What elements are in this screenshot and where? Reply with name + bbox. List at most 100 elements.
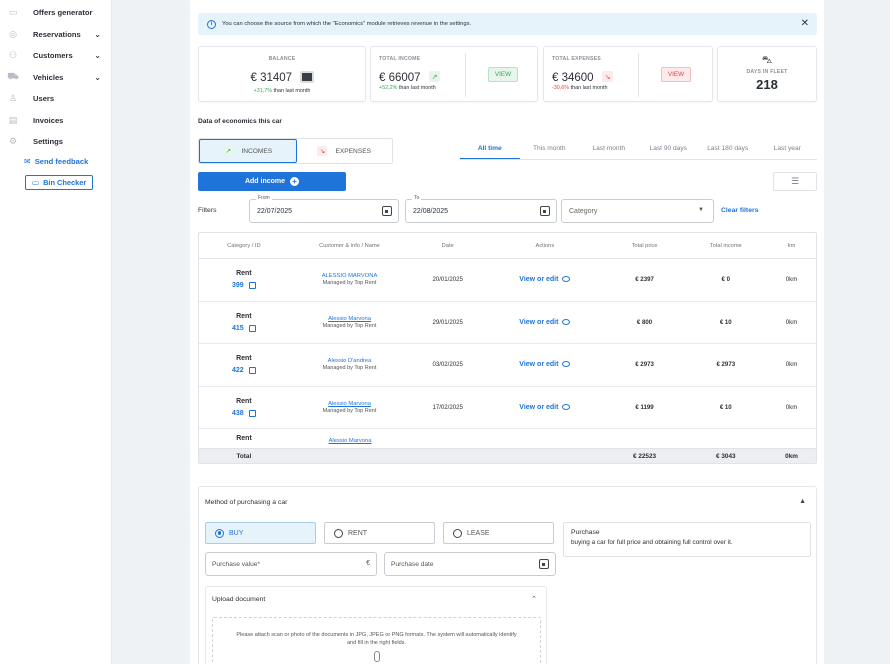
sidebar-item-offers-generator[interactable]: ▭ Offers generator [0,2,111,24]
expenses-card: TOTAL EXPENSES € 34600 ↘ -30,6% than las… [543,46,713,102]
filter-button[interactable]: ☰ [773,172,817,191]
tab-last-year[interactable]: Last year [758,138,818,159]
km-cell: 0km [785,403,798,411]
sidebar-item-invoices[interactable]: ▤ Invoices [0,110,111,132]
category-value: Rent [236,270,252,278]
col-km: km [787,242,796,249]
income-cell: € 10 [719,318,732,326]
view-edit-label: View or edit [519,276,559,284]
category-value: Rent [236,312,252,320]
sidebar-item-label: Vehicles [33,72,64,82]
eye-icon [562,276,571,283]
view-edit-link[interactable]: View or edit [485,361,605,368]
customer-link[interactable]: Alessio D'andrea [289,358,411,364]
reservation-id-link[interactable]: 422 [232,367,256,375]
category-select[interactable]: Category ▼ [561,199,714,223]
tab-all-time[interactable]: All time [460,138,520,159]
send-feedback-link[interactable]: ✉ Send feedback [24,153,111,171]
customer-info: Managed by Top Rent [322,322,377,329]
purchase-info-title: Purchase [571,529,600,536]
chevron-down-icon: ⌄ [94,51,101,61]
customer-link[interactable]: Alessio Marvona [289,316,411,322]
view-edit-label: View or edit [519,361,559,369]
sidebar-item-label: Users [33,94,55,104]
customer-cell: ALESSIO MARVONA Managed by Top Rent [289,273,411,286]
expenses-toggle[interactable]: ↘ EXPENSES [297,139,393,163]
divider [465,53,466,97]
upload-dropzone[interactable]: Please attach scan or photo of the docum… [212,617,541,664]
period-tabs: All time This month Last month Last 90 d… [460,138,817,160]
sidebar-item-settings[interactable]: ⚙ Settings [0,131,111,153]
to-date-field[interactable]: To 22/08/2025 [405,195,557,223]
category-value: Rent [236,435,252,442]
income-card: TOTAL INCOME € 66007 ↗ +52,2% than last … [370,46,538,102]
price-cell: € 800 [636,318,653,326]
price-cell: € 2397 [635,276,654,284]
radio-lease[interactable]: LEASE [443,522,554,544]
category-value: Rent [236,355,252,363]
expenses-label: EXPENSES [335,147,372,155]
from-value: 22/07/2025 [257,207,293,215]
upload-instructions: Please attach scan or photo of the docum… [236,632,517,647]
purchase-value-input[interactable]: Purchase value* € [205,552,377,576]
view-edit-link[interactable]: View or edit [485,404,605,411]
expenses-label: TOTAL EXPENSES [552,56,601,62]
calendar-icon[interactable] [540,206,550,216]
arrow-up-icon: ↗ [223,146,234,156]
info-banner-text: You can choose the source from which the… [222,21,472,27]
category-cell: Rent 422 [199,355,289,375]
clear-filters-link[interactable]: Clear filters [721,207,758,214]
calendar-icon[interactable] [382,206,392,216]
sidebar-item-reservations[interactable]: ◎ Reservations ⌄ [0,24,111,46]
arrow-up-icon: ↗ [429,71,441,83]
caret-down-icon: ▼ [698,207,704,213]
chevron-up-icon[interactable]: ⌃ [531,595,537,603]
info-icon: i [207,19,216,29]
radio-rent-label: RENT [348,529,368,537]
reservation-id-link[interactable]: 415 [232,324,256,332]
reservation-id-link[interactable]: 438 [232,409,256,417]
tab-last-90-days[interactable]: Last 90 days [639,138,699,159]
total-km: 0km [785,452,798,460]
sidebar-item-customers[interactable]: ⚇ Customers ⌄ [0,45,111,67]
view-edit-link[interactable]: View or edit [485,276,605,283]
sidebar: ▭ Offers generator ◎ Reservations ⌄ ⚇ Cu… [0,0,112,664]
reservation-id-link[interactable]: 399 [232,282,256,290]
sidebar-item-users[interactable]: ♙ Users [0,88,111,110]
radio-rent[interactable]: RENT [324,522,435,544]
chevron-up-icon[interactable]: ▲ [799,498,806,505]
bin-checker-button[interactable]: ▭ Bin Checker [25,174,94,190]
col-total-income: Total income [709,242,742,249]
view-edit-link[interactable]: View or edit [485,319,605,326]
close-icon[interactable]: ✕ [801,18,809,29]
customer-link[interactable]: Alessio Marvona [289,438,411,444]
offers-icon: ▭ [8,7,18,18]
category-cell: Rent [199,435,289,442]
incomes-label: INCOMES [241,147,273,155]
fleet-label: DAYS IN FLEET [746,69,788,75]
upload-document-panel: Upload document ⌃ Please attach scan or … [205,586,547,664]
km-cell: 0km [785,361,798,369]
purchase-date-input[interactable]: Purchase date [384,552,556,576]
car-icon: ⛍ [761,55,773,66]
customer-info: Managed by Top Rent [322,365,377,372]
view-income-button[interactable]: VIEW [488,67,518,82]
radio-buy[interactable]: BUY [205,522,316,544]
tab-last-month[interactable]: Last month [579,138,639,159]
add-income-button[interactable]: Add income + [198,172,346,191]
divider [638,53,639,97]
edit-icon [248,324,256,332]
from-date-field[interactable]: From 22/07/2025 [249,195,399,223]
radio-dot [334,528,343,538]
tab-this-month[interactable]: This month [520,138,580,159]
customer-link[interactable]: ALESSIO MARVONA [289,273,411,279]
sidebar-item-vehicles[interactable]: ⛟ Vehicles ⌄ [0,67,111,89]
customer-link[interactable]: Alessio Marvona [289,401,411,407]
mail-icon: ✉ [24,157,31,166]
tab-last-180-days[interactable]: Last 180 days [698,138,758,159]
col-customer: Customer & info / Name [319,242,380,249]
incomes-toggle[interactable]: ↗ INCOMES [199,139,297,163]
view-expenses-button[interactable]: VIEW [661,67,691,82]
from-label: From [256,195,272,201]
calendar-icon[interactable] [539,559,549,569]
